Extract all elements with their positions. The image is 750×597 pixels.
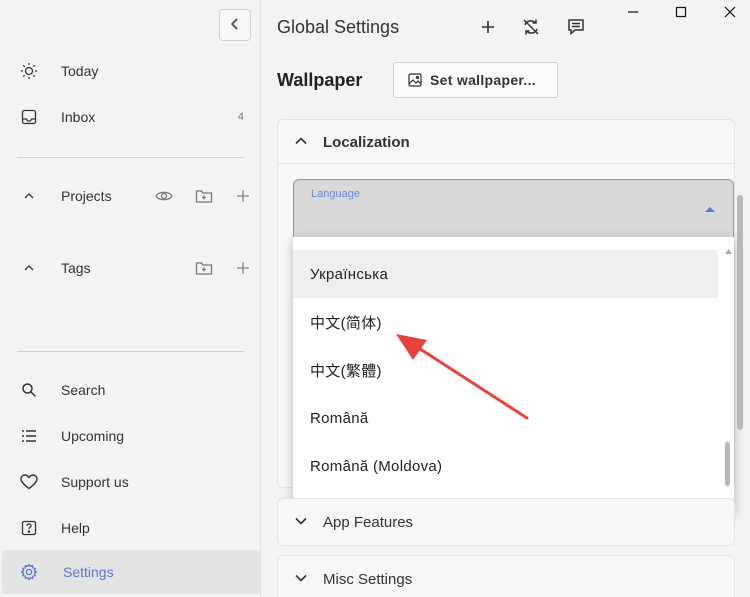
inbox-icon (18, 106, 40, 128)
wallpaper-label: Wallpaper (277, 70, 363, 90)
add-project-icon[interactable] (234, 187, 252, 205)
chevron-up-icon[interactable] (18, 257, 40, 279)
sidebar-item-label: Search (61, 382, 106, 398)
add-icon[interactable] (477, 16, 499, 38)
sidebar-item-upcoming[interactable]: Upcoming (0, 414, 261, 458)
tags-actions (195, 259, 252, 277)
sidebar-item-label: Tags (61, 260, 91, 276)
add-tag-icon[interactable] (234, 259, 252, 277)
misc-settings-section[interactable]: Misc Settings (277, 555, 735, 597)
add-folder-icon[interactable] (195, 187, 213, 205)
caret-up-icon (703, 202, 717, 216)
comment-icon[interactable] (565, 16, 587, 38)
set-wallpaper-label: Set wallpaper... (430, 72, 536, 88)
sidebar-item-label: Projects (61, 188, 112, 204)
chevron-up-icon (293, 133, 311, 151)
chevron-down-icon (293, 513, 311, 531)
sun-icon (18, 60, 40, 82)
add-folder-icon[interactable] (195, 259, 213, 277)
sidebar-item-label: Support us (61, 474, 129, 490)
inbox-count: 4 (237, 111, 244, 123)
sidebar-item-label: Help (61, 520, 90, 536)
language-dropdown: Українська 中文(简体) 中文(繁體) Română Română (… (293, 237, 734, 513)
dropdown-scroll-thumb[interactable] (725, 442, 730, 486)
set-wallpaper-button[interactable]: Set wallpaper... (393, 62, 558, 98)
sync-disabled-icon[interactable] (520, 16, 542, 38)
dropdown-scrollbar[interactable] (722, 237, 734, 513)
language-select[interactable]: Language (293, 179, 734, 238)
language-field-label: Language (311, 188, 360, 200)
chevron-up-icon[interactable] (18, 185, 40, 207)
sidebar-item-inbox[interactable]: Inbox 4 (0, 95, 261, 139)
image-icon (408, 73, 422, 87)
sidebar-item-help[interactable]: Help (0, 506, 261, 550)
list-icon (18, 425, 40, 447)
heart-icon (18, 471, 40, 493)
sidebar-item-search[interactable]: Search (0, 368, 261, 412)
projects-actions (155, 187, 252, 205)
language-option[interactable]: 中文(简体) (293, 298, 718, 346)
sidebar-item-settings[interactable]: Settings (2, 550, 260, 594)
main-scrollbar[interactable] (735, 195, 745, 430)
divider (17, 351, 244, 352)
collapse-sidebar-button[interactable] (219, 9, 251, 41)
maximize-icon[interactable] (671, 2, 691, 22)
language-option[interactable]: Română (293, 394, 718, 442)
page-title: Global Settings (277, 17, 400, 37)
search-icon (18, 379, 40, 401)
localization-header[interactable]: Localization (278, 120, 734, 164)
sidebar-item-support[interactable]: Support us (0, 460, 261, 504)
close-icon[interactable] (720, 2, 740, 22)
sidebar: Today Inbox 4 Projects Tags Search Upcom… (0, 0, 261, 597)
scroll-up-arrow-icon[interactable] (725, 241, 732, 257)
section-title: App Features (323, 514, 414, 531)
eye-icon[interactable] (155, 187, 173, 205)
minimize-icon[interactable] (623, 2, 643, 22)
localization-title: Localization (323, 134, 410, 151)
language-option[interactable]: Română (Moldova) (293, 442, 718, 490)
sidebar-item-today[interactable]: Today (0, 49, 261, 93)
language-option[interactable]: Українська (293, 250, 718, 298)
main-content: Global Settings Wallpaper Set wallpaper.… (262, 0, 750, 597)
app-features-section[interactable]: App Features (277, 498, 735, 546)
chevron-left-icon (228, 17, 242, 34)
sidebar-item-label: Inbox (61, 109, 96, 125)
help-icon (18, 517, 40, 539)
gear-icon (18, 561, 40, 583)
divider (17, 157, 244, 158)
language-option[interactable]: 中文(繁體) (293, 346, 718, 394)
main-scroll-thumb[interactable] (737, 195, 743, 430)
sidebar-item-label: Settings (63, 564, 114, 580)
sidebar-item-label: Today (61, 63, 99, 79)
sidebar-item-label: Upcoming (61, 428, 125, 444)
section-title: Misc Settings (323, 571, 413, 588)
chevron-down-icon (293, 570, 311, 588)
